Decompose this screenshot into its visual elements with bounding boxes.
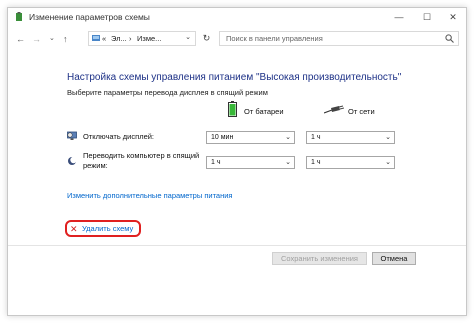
- chevron-down-icon: ⌄: [285, 159, 291, 166]
- page-subtitle: Выберите параметры перевода дисплея в сп…: [67, 88, 268, 97]
- battery-column-header: От батареи: [244, 107, 284, 116]
- forward-button[interactable]: →: [32, 34, 41, 44]
- sleep-battery-value: 1 ч: [211, 159, 221, 166]
- power-plug-icon: [324, 105, 344, 114]
- monitor-icon: [67, 131, 77, 140]
- chevron-down-icon: ⌄: [385, 159, 391, 166]
- sleep-battery-select[interactable]: 1 ч ⌄: [206, 156, 295, 169]
- maximize-button[interactable]: ☐: [416, 10, 438, 24]
- page-title: Настройка схемы управления питанием "Выс…: [67, 72, 402, 83]
- power-column-header: От сети: [348, 107, 375, 116]
- control-panel-window: Изменение параметров схемы — ☐ ✕ ← → ⌄ ↑…: [7, 7, 467, 316]
- recent-locations-dropdown[interactable]: ⌄: [49, 34, 55, 44]
- delete-plan-link[interactable]: Удалить схему: [82, 224, 133, 233]
- address-toolbar: ← → ⌄ ↑ « Эл... › Изме... ⌄ ↻ Поиск в па…: [8, 28, 466, 50]
- power-options-icon: [16, 12, 22, 21]
- minimize-button[interactable]: —: [388, 10, 410, 24]
- display-off-battery-value: 10 мин: [211, 134, 234, 141]
- footer-divider: [8, 245, 466, 246]
- refresh-button[interactable]: ↻: [199, 31, 214, 46]
- display-off-power-select[interactable]: 1 ч ⌄: [306, 131, 395, 144]
- main-content: Настройка схемы управления питанием "Выс…: [8, 52, 466, 316]
- advanced-settings-link[interactable]: Изменить дополнительные параметры питани…: [67, 191, 232, 200]
- address-bar[interactable]: « Эл... › Изме... ⌄: [88, 31, 196, 46]
- title-bar[interactable]: Изменение параметров схемы — ☐ ✕: [8, 8, 466, 27]
- delete-plan-highlight: ✕ Удалить схему: [65, 220, 141, 237]
- save-changes-button[interactable]: Сохранить изменения: [272, 252, 367, 265]
- address-dropdown-icon[interactable]: ⌄: [185, 33, 191, 41]
- delete-x-icon: ✕: [70, 224, 78, 234]
- display-off-power-value: 1 ч: [311, 134, 321, 141]
- sleep-label-line1: Переводить компьютер в спящий: [83, 151, 200, 160]
- breadcrumb-item-parent[interactable]: Эл...: [111, 34, 127, 43]
- display-off-label: Отключать дисплей:: [83, 132, 155, 141]
- search-input[interactable]: Поиск в панели управления: [219, 31, 459, 46]
- breadcrumb-separator: ›: [129, 34, 132, 43]
- search-icon: [445, 34, 454, 43]
- sleep-power-value: 1 ч: [311, 159, 321, 166]
- search-placeholder: Поиск в панели управления: [226, 34, 323, 43]
- display-off-battery-select[interactable]: 10 мин ⌄: [206, 131, 295, 144]
- chevron-down-icon: ⌄: [385, 134, 391, 141]
- battery-icon: [228, 101, 237, 117]
- back-button[interactable]: ←: [16, 34, 25, 44]
- breadcrumb-overflow[interactable]: «: [102, 34, 106, 43]
- control-panel-icon: [92, 35, 100, 41]
- sleep-moon-icon: [68, 156, 77, 165]
- cancel-button[interactable]: Отмена: [372, 252, 416, 265]
- sleep-label-line2: режим:: [83, 161, 108, 170]
- sleep-power-select[interactable]: 1 ч ⌄: [306, 156, 395, 169]
- breadcrumb-item-current[interactable]: Изме...: [137, 34, 161, 43]
- close-button[interactable]: ✕: [442, 10, 464, 24]
- chevron-down-icon: ⌄: [285, 134, 291, 141]
- window-title: Изменение параметров схемы: [29, 12, 150, 22]
- up-button[interactable]: ↑: [63, 34, 68, 44]
